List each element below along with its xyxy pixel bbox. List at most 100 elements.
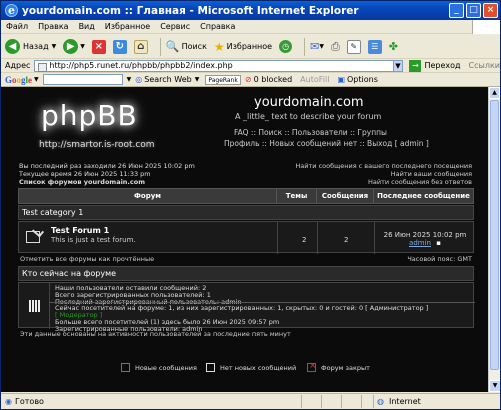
go-button[interactable]: → Переход [409,59,461,72]
mark-read-link[interactable]: Отметить все форумы как прочтённые [20,255,154,263]
popup-blocker-icon: ⊘ [244,75,252,84]
forum-row: Test Forum 1 This is just a test forum. … [18,221,474,254]
back-arrow-icon: ◀ [5,39,20,54]
stop-button[interactable]: × [91,39,106,54]
forward-button[interactable]: ▶ ▼ [63,39,85,54]
edit-icon: ✎ [346,39,361,54]
menu-help[interactable]: Справка [195,20,240,33]
links-label[interactable]: Ссылки [469,61,500,70]
address-input[interactable]: http://php5.runet.ru/phpbb/phpbb2/index.… [34,59,394,72]
forum-name-link[interactable]: Test Forum 1 [51,226,109,235]
refresh-icon: ↻ [112,39,127,54]
discuss-button[interactable]: ☰ [367,39,382,54]
close-button[interactable]: × [483,3,498,18]
current-time-text: Текущее время 26 Июн 2025 11:33 pm [19,170,151,178]
forum-closed-icon [307,361,317,372]
favorites-button[interactable]: ★ Избранное [214,40,272,54]
blocked-count[interactable]: 0 blocked [254,75,293,84]
forum-table-header: Форум Темы Сообщения Последнее сообщение [18,188,474,204]
windows-flag-icon [472,20,500,34]
address-dropdown-icon[interactable]: ▼ [392,59,404,72]
back-button[interactable]: ◀ Назад ▼ [5,39,56,54]
view-latest-post-icon[interactable]: ▪ [436,239,441,247]
topics-count: 2 [302,236,307,244]
discuss-icon: ☰ [367,39,382,54]
who-online-title[interactable]: Кто сейчас на форуме [18,266,474,281]
posts-count: 2 [344,236,349,244]
internet-zone-icon: ◍ [377,397,384,406]
print-button[interactable]: ⎙ [331,40,340,54]
menu-edit[interactable]: Правка [33,20,73,33]
menu-tools[interactable]: Сервис [155,20,195,33]
col-posts: Сообщения [316,188,374,204]
search-icon: 🔍 [165,40,180,53]
nav-links-profile[interactable]: Профиль :: Новых сообщений нет :: Выход … [224,139,429,148]
autofill-button[interactable]: AutoFill [300,75,329,84]
home-icon: ⌂ [133,39,148,54]
refresh-button[interactable]: ↻ [112,39,127,54]
logo-url[interactable]: http://smartor.is-root.com [39,140,155,150]
search-links: Найти сообщения с вашего последнего посе… [295,162,472,186]
status-bar: ◉ Готово ◍ Internet [1,393,500,409]
google-search-icon: ◎ [135,75,143,84]
search-yours-link[interactable]: Найти ваши сообщения [295,170,472,178]
menu-file[interactable]: Файл [1,20,33,33]
menu-favorites[interactable]: Избранное [100,20,155,33]
title-bar: e yourdomain.com :: Главная - Microsoft … [1,1,500,20]
star-icon: ★ [213,39,225,54]
messenger-icon: ✤ [388,40,398,53]
scroll-thumb[interactable] [490,100,499,370]
forward-arrow-icon: ▶ [63,39,79,54]
search-button[interactable]: 🔍 Поиск [166,40,207,53]
last-post-user-link[interactable]: admin [409,239,431,247]
last-visit-text: Вы последний раз заходили 26 Июн 2025 10… [19,162,195,170]
col-forum: Форум [18,188,277,204]
search-new-link[interactable]: Найти сообщения с вашего последнего посе… [295,162,472,170]
vertical-scrollbar[interactable]: ▲ ▼ [488,87,500,392]
google-search-input[interactable] [42,74,123,85]
browser-window: e yourdomain.com :: Главная - Microsoft … [0,0,501,410]
window-title: yourdomain.com :: Главная - Microsoft In… [22,4,359,17]
nav-links-top[interactable]: FAQ :: Поиск :: Пользователи :: Группы [234,128,387,137]
address-label: Адрес [5,61,31,70]
options-button[interactable]: Options [347,75,378,84]
new-posts-icon [121,363,130,372]
pagerank-badge[interactable]: PageRank [205,74,241,85]
security-zone: Internet [389,397,421,406]
status-text: Готово [14,397,44,406]
forum-index-link[interactable]: Список форумов yourdomain.com [19,178,195,186]
edit-button[interactable]: ✎ [346,39,361,54]
last-post: 26 Июн 2025 10:02 pm admin ▪ [381,231,469,247]
online-count-text: Сейчас посетителей на форуме: 1, из них … [55,304,429,312]
site-name: yourdomain.com [254,95,364,110]
who-online-box: Наши пользователи оставили сообщений: 2 … [18,282,475,333]
no-new-posts-icon [206,363,215,372]
go-arrow-icon: → [409,59,422,72]
history-button[interactable]: ◷ [279,40,293,53]
timezone-text: Часовой пояс: GMT [407,255,472,263]
category-title[interactable]: Test category 1 [18,205,474,220]
phpbb-logo[interactable]: phpBB [41,99,138,132]
scroll-down-icon[interactable]: ▼ [489,380,500,392]
maximize-button[interactable]: □ [466,3,481,18]
activity-note: Эти данные основаны на активности пользо… [20,330,291,338]
toolbar: ◀ Назад ▼ ▶ ▼ × ↻ ⌂ 🔍 Поиск ★ Избранное ◷ ✉ ▼ … [1,35,500,59]
legend-new: Новые сообщения [121,363,197,372]
mail-button[interactable]: ✉ ▼ [310,40,324,53]
last-post-date: 26 Июн 2025 10:02 pm [383,231,467,239]
history-icon: ◷ [279,40,293,53]
menu-view[interactable]: Вид [74,20,100,33]
minimize-button[interactable]: _ [449,3,464,18]
col-last-post: Последнее сообщение [373,188,474,204]
mail-icon: ✉ [310,40,320,53]
col-topics: Темы [276,188,317,204]
visit-info: Вы последний раз заходили 26 Июн 2025 10… [19,162,195,186]
home-button[interactable]: ⌂ [133,39,148,54]
scroll-up-icon[interactable]: ▲ [489,87,500,99]
search-web-button[interactable]: Search Web [144,75,191,84]
messenger-button[interactable]: ✤ [389,40,398,53]
search-unanswered-link[interactable]: Найти сообщения без ответов [295,178,472,186]
google-logo[interactable]: Google [5,75,32,85]
forum-status-icon [26,231,40,243]
page-done-icon: ◉ [5,397,12,406]
